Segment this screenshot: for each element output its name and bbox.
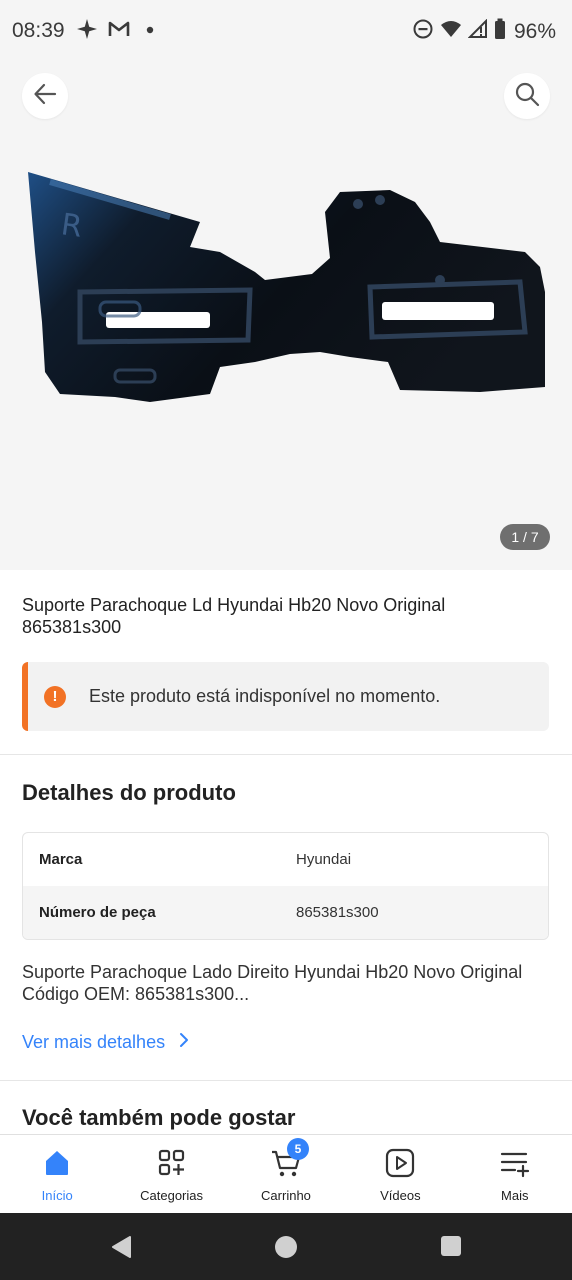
divider bbox=[0, 1080, 572, 1081]
system-home-icon[interactable] bbox=[274, 1235, 298, 1264]
search-button[interactable] bbox=[504, 73, 550, 119]
cart-badge: 5 bbox=[286, 1138, 309, 1160]
video-icon bbox=[385, 1148, 415, 1183]
search-icon bbox=[514, 81, 540, 112]
divider bbox=[0, 754, 572, 755]
spec-value: Hyundai bbox=[296, 851, 352, 868]
chevron-right-icon bbox=[179, 1032, 189, 1053]
nav-item-carrinho[interactable]: 5 Carrinho bbox=[229, 1135, 343, 1213]
product-image[interactable]: R bbox=[20, 162, 550, 407]
nav-label: Vídeos bbox=[380, 1188, 421, 1203]
nav-item-categorias[interactable]: Categorias bbox=[114, 1135, 228, 1213]
dot-icon bbox=[140, 23, 160, 41]
dnd-icon bbox=[412, 18, 434, 45]
status-bar: 08:39 96% bbox=[0, 0, 572, 62]
back-button[interactable] bbox=[22, 73, 68, 119]
nav-label: Mais bbox=[501, 1188, 529, 1203]
wifi-icon bbox=[440, 19, 462, 44]
home-icon bbox=[42, 1148, 72, 1183]
nav-label: Início bbox=[41, 1188, 73, 1203]
unavailable-notice: ! Este produto está indisponível no mome… bbox=[22, 662, 549, 731]
menu-plus-icon bbox=[499, 1148, 531, 1183]
product-gallery[interactable]: R 1 / 7 bbox=[0, 62, 572, 570]
gmail-icon bbox=[108, 20, 130, 43]
spec-row: Marca Hyundai bbox=[23, 833, 548, 886]
warning-icon: ! bbox=[44, 685, 66, 708]
nav-item-mais[interactable]: Mais bbox=[458, 1135, 572, 1213]
more-details-label: Ver mais detalhes bbox=[22, 1032, 166, 1052]
spec-row: Número de peça 865381s300 bbox=[23, 886, 548, 939]
more-details-link[interactable]: Ver mais detalhes bbox=[22, 1032, 189, 1053]
recommend-heading: Você também pode gostar bbox=[22, 1105, 296, 1130]
spec-value: 865381s300 bbox=[296, 904, 379, 921]
details-heading: Detalhes do produto bbox=[22, 780, 236, 805]
nav-item-videos[interactable]: Vídeos bbox=[343, 1135, 457, 1213]
status-time: 08:39 bbox=[12, 19, 65, 42]
spec-key: Número de peça bbox=[39, 904, 156, 921]
bottom-navigation: Início Categorias 5 Carrinho Vídeos Mais bbox=[0, 1134, 572, 1213]
system-back-icon[interactable] bbox=[110, 1235, 134, 1264]
system-recents-icon[interactable] bbox=[440, 1235, 462, 1262]
arrow-left-icon bbox=[32, 81, 58, 112]
nav-item-inicio[interactable]: Início bbox=[0, 1135, 114, 1213]
image-counter: 1 / 7 bbox=[500, 524, 550, 550]
notice-text: Este produto está indisponível no moment… bbox=[89, 686, 441, 706]
product-title: Suporte Parachoque Ld Hyundai Hb20 Novo … bbox=[22, 595, 446, 637]
product-description: Suporte Parachoque Lado Direito Hyundai … bbox=[22, 962, 523, 1004]
nav-label: Categorias bbox=[140, 1188, 204, 1203]
signal-icon bbox=[467, 18, 488, 44]
categories-icon bbox=[157, 1148, 187, 1183]
spec-table: Marca Hyundai Número de peça 865381s300 bbox=[22, 832, 549, 940]
nav-label: Carrinho bbox=[261, 1188, 311, 1203]
system-navigation-bar bbox=[0, 1213, 572, 1280]
sparkle-icon bbox=[76, 18, 98, 45]
battery-icon bbox=[494, 18, 506, 45]
spec-key: Marca bbox=[39, 851, 83, 868]
battery-percentage: 96% bbox=[513, 19, 556, 43]
